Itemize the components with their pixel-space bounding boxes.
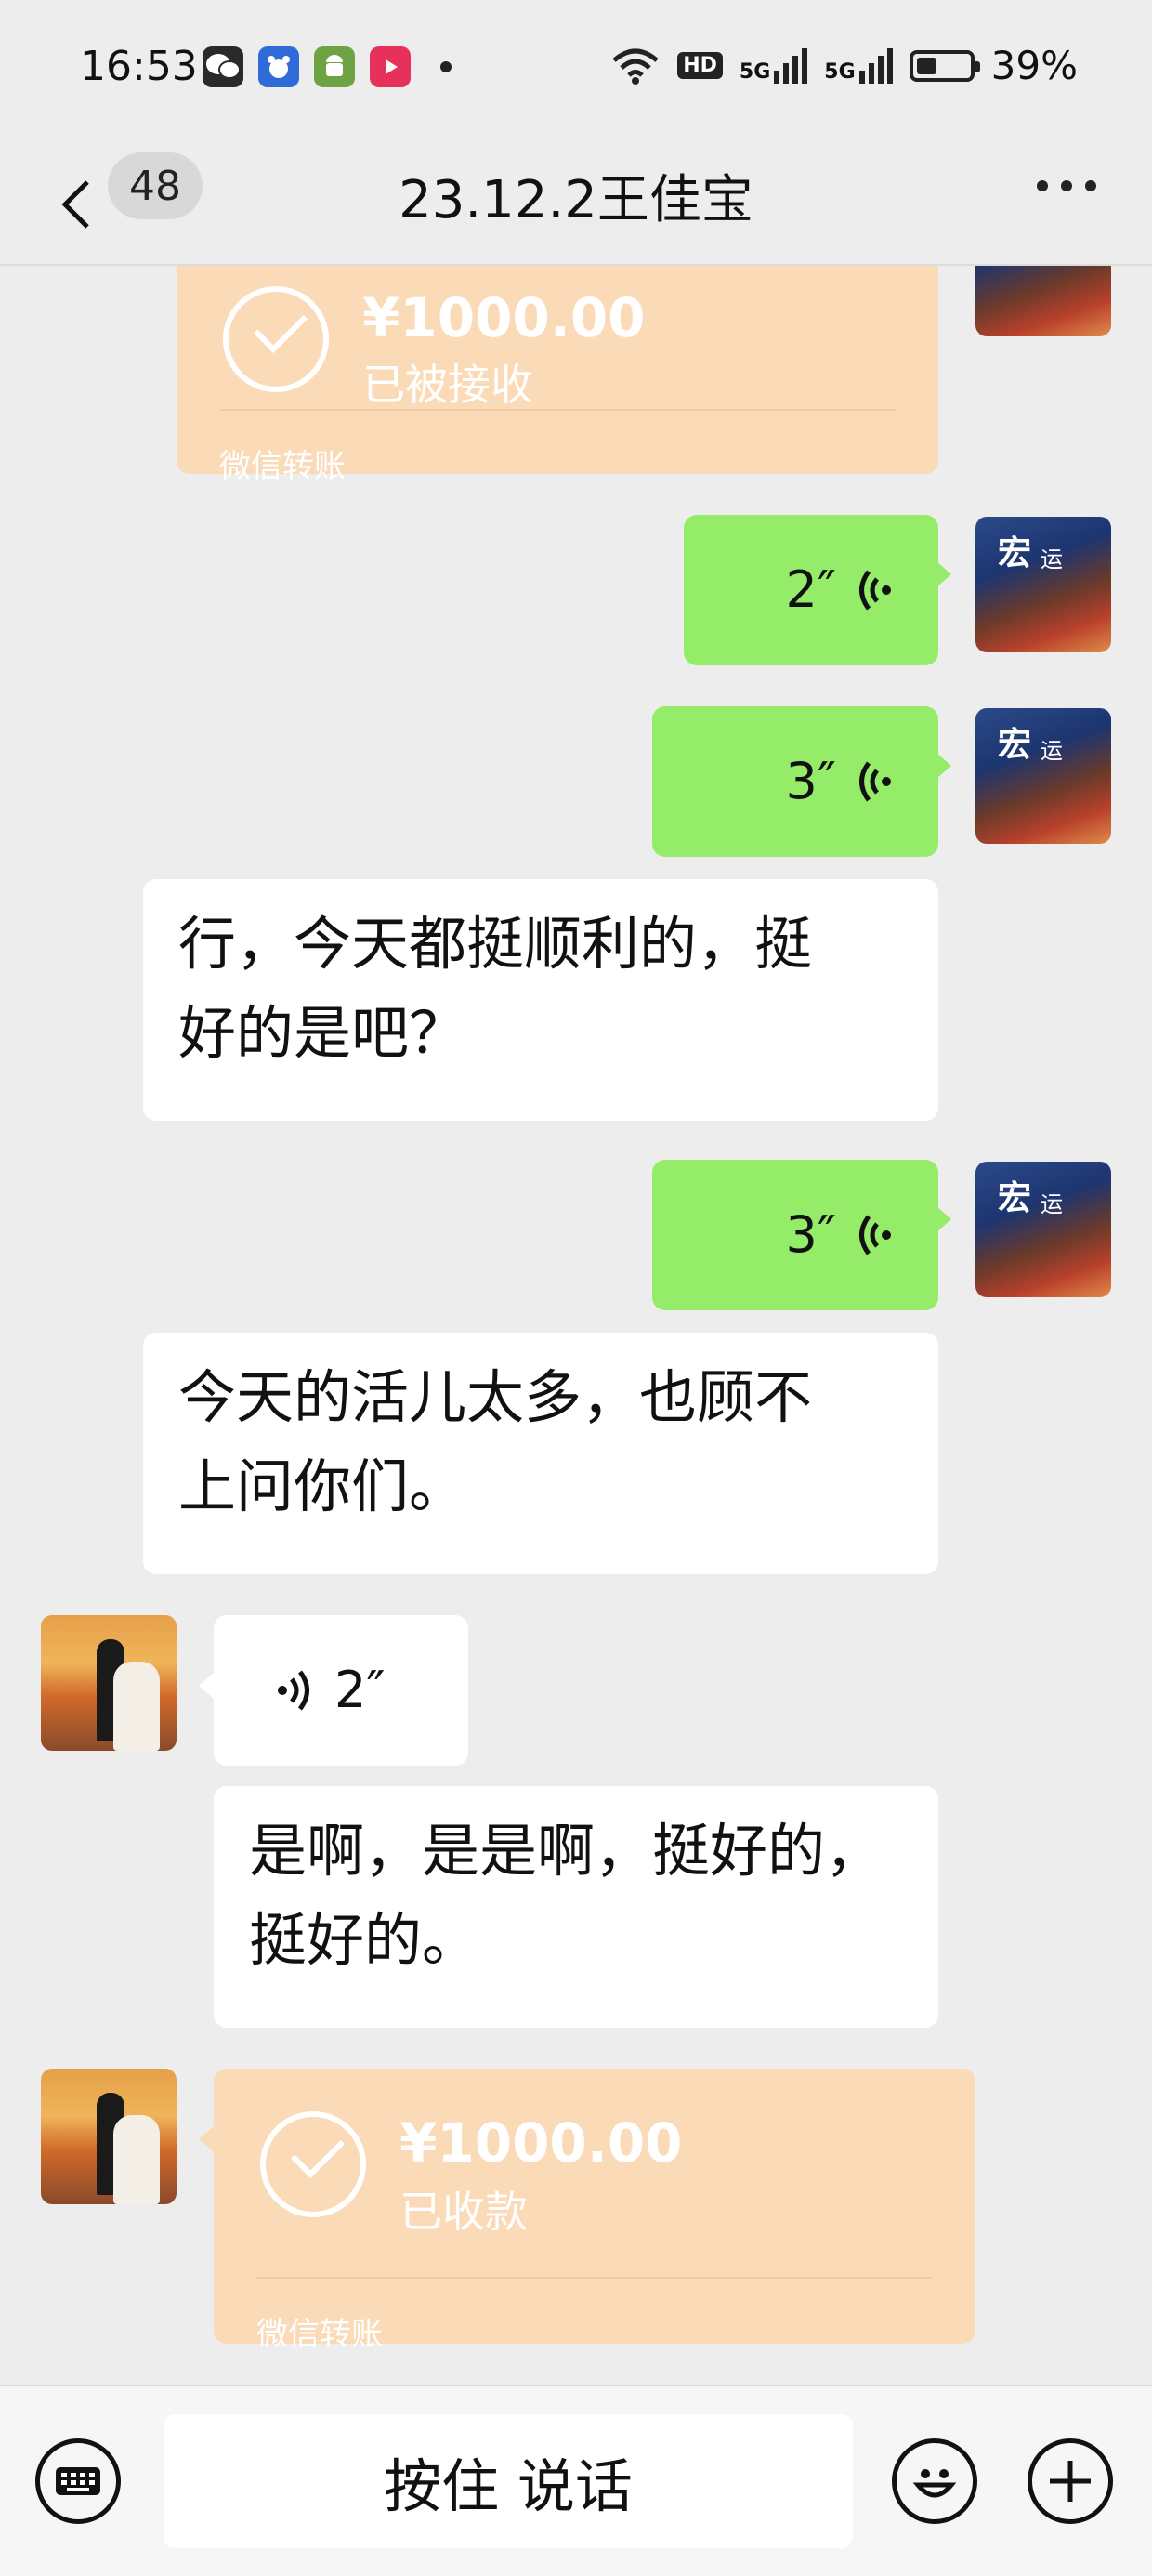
plus-icon xyxy=(1050,2461,1091,2502)
android-icon xyxy=(314,46,355,87)
transfer-divider xyxy=(256,2277,933,2279)
voice-wave-icon xyxy=(859,761,891,802)
status-right-group: HD 5G 5G 39% xyxy=(610,43,1078,88)
transfer-check-icon xyxy=(223,286,329,392)
voice-wave-icon xyxy=(278,1670,309,1711)
wechat-icon xyxy=(203,46,243,87)
keyboard-icon xyxy=(56,2467,100,2495)
transfer-footer: 微信转账 xyxy=(219,448,346,485)
message-text-line: 今天的活儿太多，也顾不 xyxy=(178,1363,813,1431)
my-avatar[interactable]: 宏运 xyxy=(975,266,1111,336)
my-avatar[interactable]: 宏运 xyxy=(975,517,1111,652)
signal-icon-1: 5G xyxy=(740,47,808,84)
input-bar: 按住 说话 xyxy=(0,2385,1152,2576)
transfer-card[interactable]: ¥1000.00 已被接收 微信转账 xyxy=(177,266,938,485)
voice-message[interactable]: 2″ xyxy=(684,515,951,665)
wifi-icon xyxy=(612,48,659,85)
voice-duration: 3″ xyxy=(785,1205,836,1264)
more-button[interactable] xyxy=(1037,180,1096,191)
message-text-line: 好的是吧？ xyxy=(178,999,467,1067)
message-list[interactable]: 宏运 ¥1000.00 已被接收 微信转账 宏运 2″ 宏运 3″ xyxy=(0,266,1152,2385)
emoji-button[interactable] xyxy=(892,2438,977,2524)
video-app-icon xyxy=(370,46,411,87)
text-message[interactable]: 行，今天都挺顺利的，挺 好的是吧？ xyxy=(143,879,938,1121)
more-dots-icon xyxy=(1037,180,1048,191)
status-app-icons xyxy=(203,46,466,87)
keyboard-toggle-button[interactable] xyxy=(35,2438,121,2524)
chat-header: 48 23.12.2王佳宝 xyxy=(0,139,1152,266)
voice-message[interactable]: 2″ xyxy=(199,1615,468,1766)
voice-duration: 2″ xyxy=(785,560,836,619)
voice-wave-icon xyxy=(859,1215,891,1255)
transfer-status: 已收款 xyxy=(399,2187,528,2237)
more-notifications-dot-icon xyxy=(425,46,466,87)
battery-percent: 39% xyxy=(990,43,1078,88)
voice-wave-icon xyxy=(859,570,891,611)
text-message[interactable]: 今天的活儿太多，也顾不 上问你们。 xyxy=(143,1333,938,1574)
battery-fill xyxy=(916,57,936,74)
contact-avatar[interactable] xyxy=(41,1615,177,1751)
text-message[interactable]: 是啊，是是啊，挺好的， 挺好的。 xyxy=(214,1786,938,2028)
transfer-status: 已被接收 xyxy=(362,360,533,410)
transfer-divider xyxy=(219,409,896,411)
more-functions-button[interactable] xyxy=(1028,2438,1113,2524)
voice-message[interactable]: 3″ xyxy=(652,1160,951,1310)
hold-to-talk-button[interactable]: 按住 说话 xyxy=(164,2414,853,2548)
status-time: 16:53 xyxy=(80,43,198,90)
hd-icon: HD xyxy=(677,52,723,79)
message-text-line: 行，今天都挺顺利的，挺 xyxy=(178,910,813,978)
transfer-footer: 微信转账 xyxy=(256,2316,383,2353)
transfer-card[interactable]: ¥1000.00 已收款 微信转账 xyxy=(199,2069,975,2353)
baidu-icon xyxy=(258,46,299,87)
status-bar: 16:53 HD 5G 5G 39% xyxy=(0,0,1152,139)
message-text-line: 上问你们。 xyxy=(178,1452,467,1520)
message-text-line: 挺好的。 xyxy=(249,1906,480,1974)
message-text-line: 是啊，是是啊，挺好的， xyxy=(249,1817,884,1885)
signal-icon-2: 5G xyxy=(824,47,893,84)
emoji-icon xyxy=(912,2469,957,2498)
my-avatar[interactable]: 宏运 xyxy=(975,1162,1111,1297)
voice-message[interactable]: 3″ xyxy=(652,706,951,857)
battery-icon xyxy=(909,49,980,82)
my-avatar[interactable]: 宏运 xyxy=(975,708,1111,844)
contact-avatar[interactable] xyxy=(41,2069,177,2204)
voice-duration: 2″ xyxy=(334,1661,386,1719)
voice-duration: 3″ xyxy=(785,752,836,810)
transfer-check-icon xyxy=(260,2111,366,2217)
chat-title: 23.12.2王佳宝 xyxy=(399,170,753,230)
